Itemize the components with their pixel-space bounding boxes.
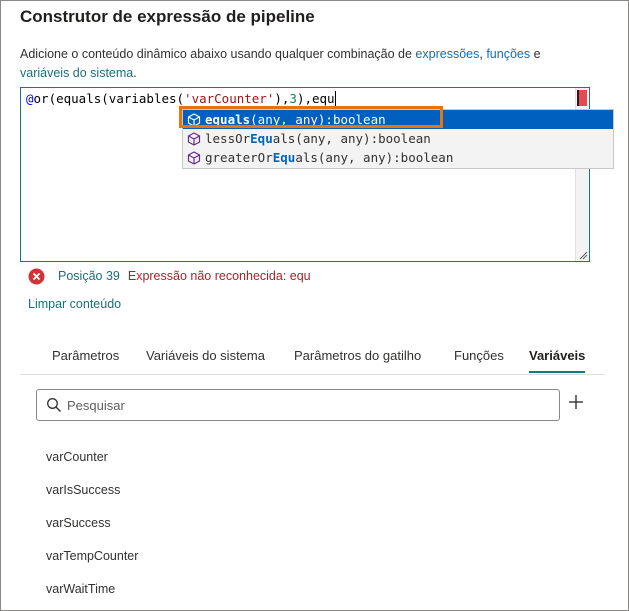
error-message-row: Posição 39 Expressão não reconhecida: eq… [28,266,311,286]
scroll-position-indicator [577,90,579,106]
tab-parameters[interactable]: Parâmetros [52,346,119,372]
annotation-highlight-box [179,106,443,128]
tab-trigger-parameters[interactable]: Parâmetros do gatilho [294,346,421,372]
code-part-2: ), [274,91,290,106]
error-position: Posição 39 [58,269,120,283]
error-text: Expressão não reconhecida: equ [127,269,311,283]
code-part-3: ),equ [296,91,336,106]
description-text: Adicione o conteúdo dinâmico abaixo usan… [20,47,416,61]
tab-system-variables[interactable]: Variáveis do sistema [146,346,265,372]
search-input[interactable]: Pesquisar [36,389,560,421]
expressions-link[interactable]: expressões [415,47,479,61]
search-placeholder: Pesquisar [67,397,125,413]
code-number: 3 [289,91,297,106]
suggestion-prefix: greaterOr [205,150,273,165]
error-circle-icon [28,268,45,284]
variable-item-varwaittime[interactable]: varWaitTime [46,582,115,596]
suggestion-item[interactable]: greaterOrEquals(any, any):boolean [183,148,613,167]
tab-variables[interactable]: Variáveis [529,346,586,373]
functions-link[interactable]: funções [486,47,530,61]
variable-item-varsuccess[interactable]: varSuccess [46,516,111,530]
code-at-sign: @ [26,91,34,106]
variable-item-vartempcounter[interactable]: varTempCounter [46,549,138,563]
variable-item-varcounter[interactable]: varCounter [46,450,108,464]
system-variables-link[interactable]: variáveis do sistema [20,66,133,80]
error-scroll-marker [579,90,587,106]
suggestion-match: Equ [272,150,296,165]
variable-item-varissuccess[interactable]: varIsSuccess [46,483,120,497]
dialog-description: Adicione o conteúdo dinâmico abaixo usan… [20,45,580,83]
code-string: 'varCounter' [184,91,275,106]
suggestion-item[interactable]: lessOrEquals(any, any):boolean [183,129,613,148]
plus-icon[interactable] [566,392,586,412]
search-icon [47,398,61,412]
code-part-1: or(equals(variables( [33,91,185,106]
dialog-title: Construtor de expressão de pipeline [20,7,315,26]
clear-content-link[interactable]: Limpar conteúdo [28,297,121,311]
description-period: . [133,66,137,80]
description-and: e [530,47,541,61]
cube-method-icon [187,150,201,165]
expression-code[interactable]: @or(equals(variables('varCounter'),3),eq… [26,91,336,106]
resize-grip-icon[interactable] [578,250,588,260]
suggestion-signature: als(any, any):boolean [272,131,431,146]
suggestion-match: Equ [250,131,273,146]
tab-functions[interactable]: Funções [454,346,504,372]
suggestion-signature: als(any, any):boolean [295,150,454,165]
tab-bar: Parâmetros Variáveis do sistema Parâmetr… [20,346,605,375]
cube-method-icon [187,131,201,146]
suggestion-prefix: lessOr [205,131,251,146]
